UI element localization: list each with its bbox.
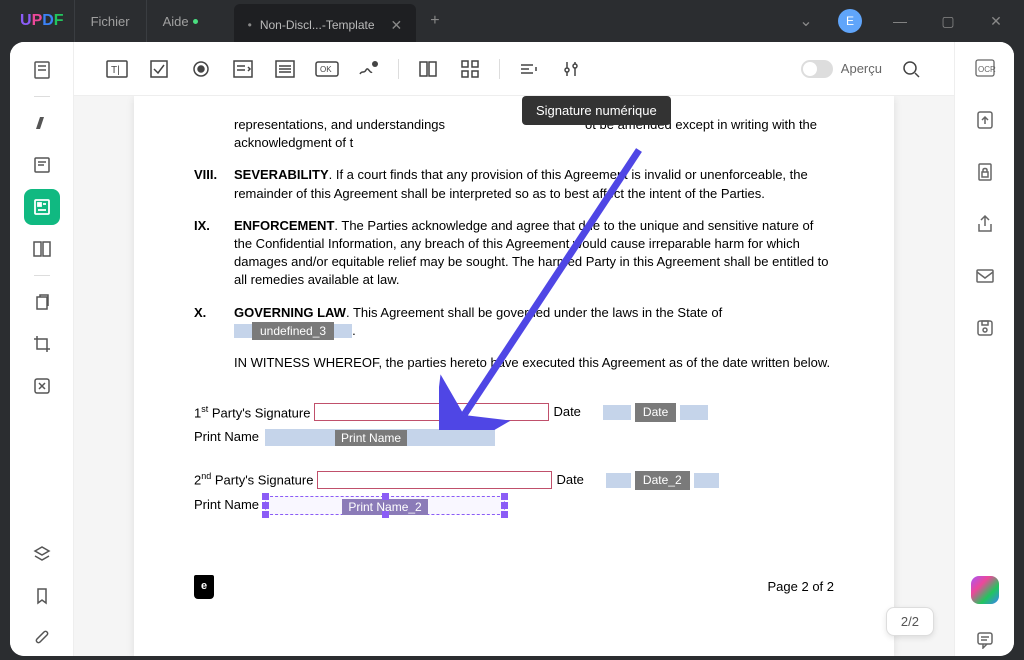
svg-text:OK: OK xyxy=(320,65,332,74)
form-icon[interactable] xyxy=(24,189,60,225)
date-field-1[interactable]: Date xyxy=(635,403,676,422)
left-sidebar xyxy=(10,42,74,656)
printname-field-2-selected[interactable]: Print Name_2 xyxy=(265,496,505,515)
page-number: Page 2 of 2 xyxy=(768,578,835,596)
signature-tooltip: Signature numérique xyxy=(522,96,671,125)
compress-icon[interactable] xyxy=(24,368,60,404)
signature-field-2[interactable] xyxy=(317,471,552,489)
svg-text:OCR: OCR xyxy=(978,65,996,74)
titlebar: UPDF Fichier Aide • Non-Discl...-Templat… xyxy=(0,0,1024,42)
document-page: representations, and understandingsot be… xyxy=(134,96,894,656)
tab-indicator-icon: • xyxy=(248,18,252,32)
protect-icon[interactable] xyxy=(969,156,1001,188)
listbox-tool-icon[interactable] xyxy=(266,52,304,86)
radio-tool-icon[interactable] xyxy=(182,52,220,86)
tab-add-button[interactable]: + xyxy=(416,0,453,42)
esign-badge-icon: e xyxy=(194,575,214,599)
printname-field-1[interactable]: Print Name xyxy=(335,430,407,446)
window-maximize-icon[interactable]: ▢ xyxy=(928,3,968,39)
align-tool-icon[interactable] xyxy=(409,52,447,86)
window-close-icon[interactable]: ✕ xyxy=(976,3,1016,39)
tab-close-icon[interactable]: ✕ xyxy=(391,17,403,34)
button-tool-icon[interactable]: OK xyxy=(308,52,346,86)
signature-tool-icon[interactable] xyxy=(350,52,388,86)
user-avatar[interactable]: E xyxy=(838,9,862,33)
page-indicator[interactable]: 2/2 xyxy=(886,607,934,636)
ai-assistant-icon[interactable] xyxy=(971,576,999,604)
copy-icon[interactable] xyxy=(24,284,60,320)
app-logo: UPDF xyxy=(20,12,64,30)
textfield-tool-icon[interactable]: T| xyxy=(98,52,136,86)
tab-title: Non-Discl...-Template xyxy=(260,18,375,32)
search-icon[interactable] xyxy=(892,52,930,86)
share-icon[interactable] xyxy=(969,208,1001,240)
form-toolbar: T| OK Aperçu xyxy=(74,42,954,96)
right-sidebar: OCR xyxy=(954,42,1014,656)
bookmark-icon[interactable] xyxy=(24,578,60,614)
grid-tool-icon[interactable] xyxy=(451,52,489,86)
highlight-icon[interactable] xyxy=(24,105,60,141)
thumbnail-icon[interactable] xyxy=(24,52,60,88)
window-minimize-icon[interactable]: — xyxy=(880,3,920,39)
layers-icon[interactable] xyxy=(24,536,60,572)
attachment-icon[interactable] xyxy=(24,620,60,656)
menu-help[interactable]: Aide xyxy=(146,0,214,42)
crop-icon[interactable] xyxy=(24,326,60,362)
state-field[interactable]: undefined_3 xyxy=(252,322,334,341)
save-icon[interactable] xyxy=(969,312,1001,344)
notes-icon[interactable] xyxy=(24,147,60,183)
signature-field-1[interactable] xyxy=(314,403,549,421)
dropdown-icon[interactable]: ⌄ xyxy=(792,11,820,31)
order-tool-icon[interactable] xyxy=(510,52,548,86)
tools-tool-icon[interactable] xyxy=(552,52,590,86)
document-tab[interactable]: • Non-Discl...-Template ✕ xyxy=(234,4,417,46)
email-icon[interactable] xyxy=(969,260,1001,292)
ocr-icon[interactable]: OCR xyxy=(969,52,1001,84)
dropdown-tool-icon[interactable] xyxy=(224,52,262,86)
page-organize-icon[interactable] xyxy=(24,231,60,267)
svg-text:T|: T| xyxy=(111,65,120,76)
menu-file[interactable]: Fichier xyxy=(74,0,146,42)
convert-icon[interactable] xyxy=(969,104,1001,136)
comment-icon[interactable] xyxy=(969,624,1001,656)
preview-toggle[interactable]: Aperçu xyxy=(801,60,882,78)
checkbox-tool-icon[interactable] xyxy=(140,52,178,86)
date-field-2[interactable]: Date_2 xyxy=(635,471,690,490)
